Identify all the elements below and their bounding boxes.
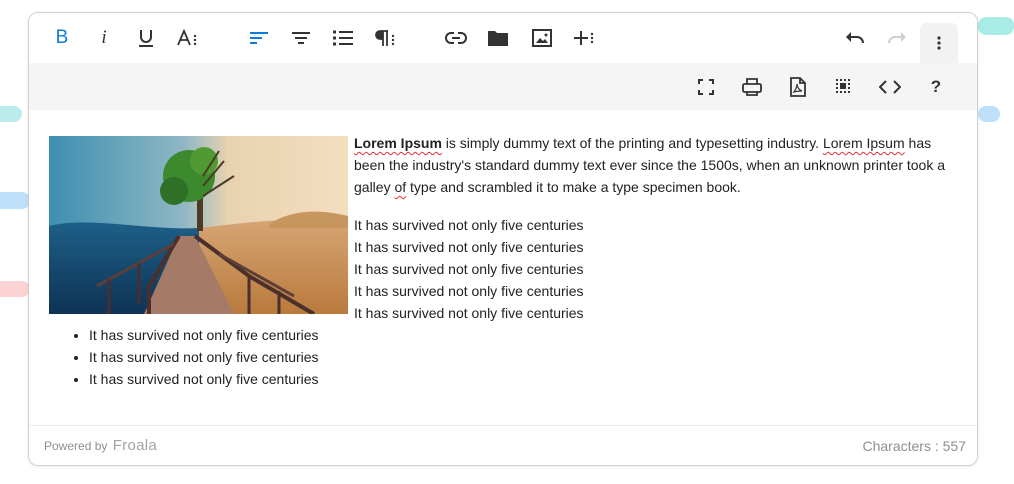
- vertical-dots-icon: [937, 36, 941, 50]
- character-count: Characters : 557: [862, 438, 967, 454]
- undo-icon: [846, 32, 864, 44]
- list-item: It has survived not only five centuries: [89, 324, 319, 346]
- text-line: It has survived not only five centuries: [354, 283, 584, 299]
- text-lines: It has survived not only five centuries …: [354, 214, 754, 324]
- underline-button[interactable]: [129, 23, 163, 53]
- list-item: It has survived not only five centuries: [89, 346, 319, 368]
- insert-link-button[interactable]: [439, 23, 473, 53]
- align-center-button[interactable]: [284, 23, 318, 53]
- text-line: It has survived not only five centuries: [354, 217, 584, 233]
- text-line: It has survived not only five centuries: [354, 305, 584, 321]
- code-view-button[interactable]: [873, 72, 907, 102]
- redo-icon: [888, 32, 906, 44]
- powered-by-label: Powered by: [44, 439, 108, 453]
- select-all-icon: [836, 79, 850, 93]
- ordered-list-button[interactable]: [326, 23, 360, 53]
- decor-blob: [0, 106, 22, 122]
- decor-blob: [978, 106, 1000, 122]
- intro-of-text: of: [394, 179, 407, 195]
- fullscreen-button[interactable]: [689, 72, 723, 102]
- align-left-button[interactable]: [242, 23, 276, 53]
- text-line: It has survived not only five centuries: [354, 261, 584, 277]
- secondary-toolbar: ?: [29, 63, 977, 110]
- editor-footer: Powered by Froala Characters : 557: [29, 425, 977, 465]
- landscape-photo-icon: [49, 136, 348, 314]
- insert-more-button[interactable]: [567, 23, 601, 53]
- print-icon: [742, 78, 762, 96]
- font-more-icon: [177, 29, 197, 46]
- plus-more-icon: [574, 31, 594, 45]
- image-icon: [532, 29, 552, 47]
- intro-text-3: type and scrambled it to make a type spe…: [406, 179, 741, 195]
- undo-button[interactable]: [838, 23, 872, 53]
- intro-text-1: is simply dummy text of the printing and…: [441, 135, 823, 151]
- paragraph-more-button[interactable]: [368, 23, 402, 53]
- powered-by-link[interactable]: Powered by Froala: [44, 437, 157, 454]
- insert-image-button[interactable]: [525, 23, 559, 53]
- align-center-icon: [292, 32, 310, 44]
- text-format-more-button[interactable]: [171, 23, 205, 53]
- help-icon: ?: [930, 77, 942, 96]
- text-line: It has survived not only five centuries: [354, 239, 584, 255]
- select-all-button[interactable]: [827, 72, 861, 102]
- paragraph-more-icon: [375, 30, 395, 46]
- rich-text-editor: B i ? Lorem Ipsum is simply dummy text o…: [28, 12, 978, 466]
- link-icon: [445, 32, 467, 44]
- insert-file-button[interactable]: [481, 23, 515, 53]
- intro-bold-text: Lorem Ipsum: [354, 135, 442, 151]
- underline-icon: [139, 30, 153, 47]
- export-pdf-button[interactable]: [781, 72, 815, 102]
- decor-blob: [978, 17, 1014, 35]
- folder-icon: [488, 31, 508, 46]
- help-button[interactable]: ?: [919, 72, 953, 102]
- pdf-icon: [790, 77, 806, 97]
- froala-logo: Froala: [112, 437, 158, 454]
- decor-blob: [0, 192, 30, 209]
- bullet-list: It has survived not only five centuries …: [49, 324, 319, 390]
- italic-button[interactable]: i: [87, 23, 121, 53]
- align-left-icon: [250, 32, 268, 44]
- redo-button[interactable]: [880, 23, 914, 53]
- more-options-button[interactable]: [920, 23, 958, 63]
- intro-paragraph: Lorem Ipsum is simply dummy text of the …: [354, 132, 954, 198]
- main-toolbar: B i: [29, 13, 977, 63]
- italic-icon: i: [101, 27, 107, 48]
- content-image[interactable]: [49, 136, 348, 314]
- decor-blob: [0, 281, 30, 297]
- code-icon: [879, 80, 901, 94]
- ordered-list-icon: [333, 30, 353, 46]
- list-item: It has survived not only five centuries: [89, 368, 319, 390]
- print-button[interactable]: [735, 72, 769, 102]
- bold-icon: B: [55, 27, 69, 48]
- fullscreen-icon: [698, 79, 714, 95]
- intro-spell-text: Lorem Ipsum: [822, 135, 905, 151]
- bold-button[interactable]: B: [45, 23, 79, 53]
